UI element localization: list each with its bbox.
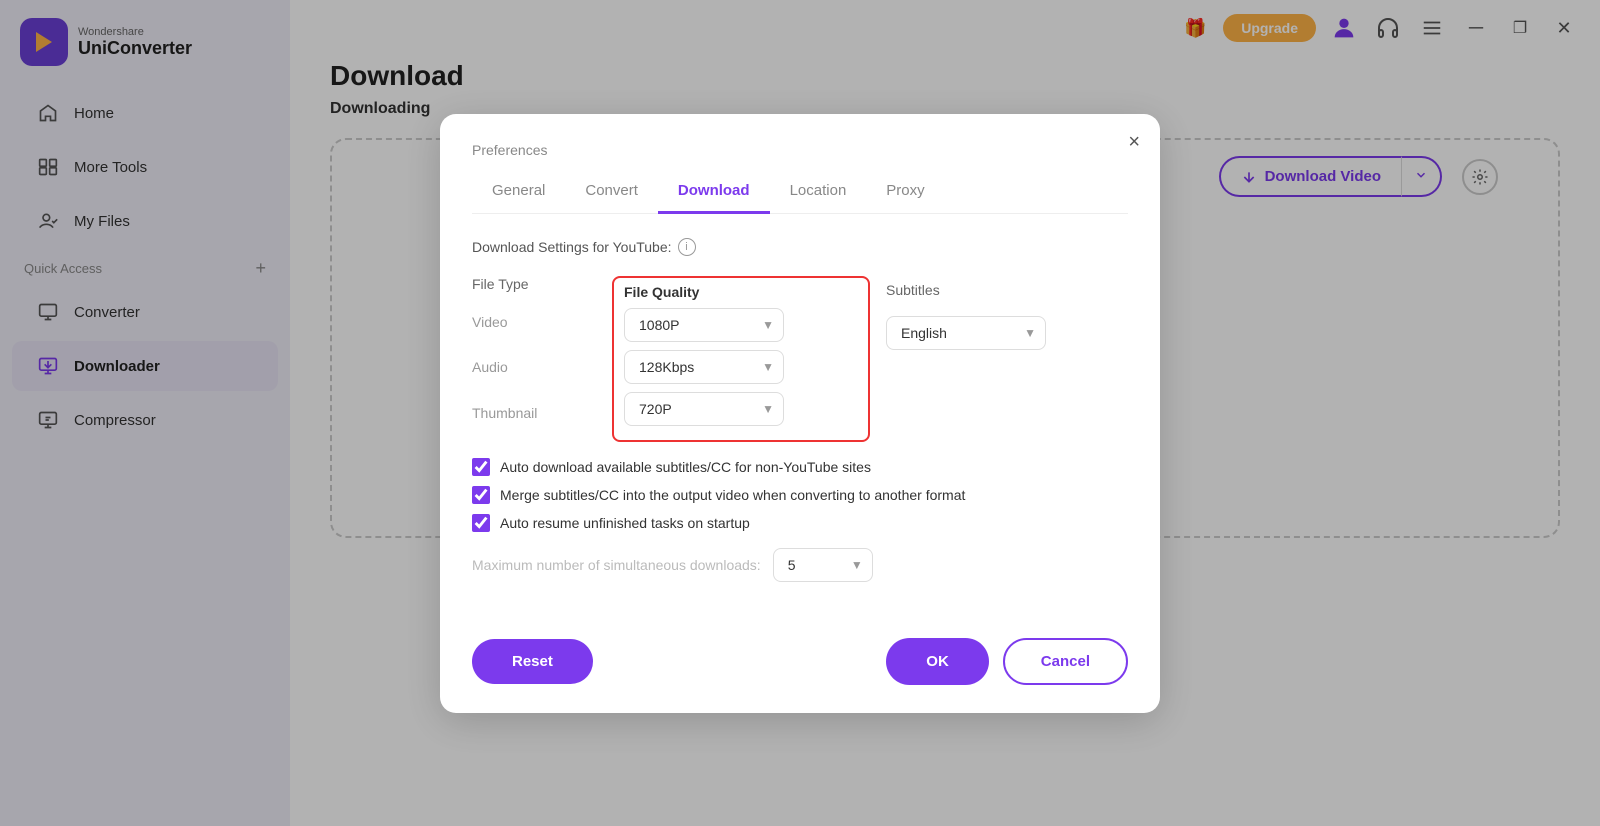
thumbnail-quality-row: 1080P 720P 480P ▼ — [624, 392, 858, 426]
video-quality-select-wrapper: 4K 1080P 720P 480P 360P ▼ — [624, 308, 784, 342]
audio-quality-select[interactable]: 320Kbps 256Kbps 128Kbps 64Kbps — [624, 350, 784, 384]
checkbox-merge-subtitles-input[interactable] — [472, 486, 490, 504]
video-quality-row: 4K 1080P 720P 480P 360P ▼ — [624, 308, 858, 342]
col-file-type: File TypeVideoAudioThumbnail — [472, 276, 612, 446]
modal-overlay[interactable]: Preferences × General Convert Download L… — [0, 0, 1600, 826]
tab-download[interactable]: Download — [658, 174, 770, 214]
footer-right-buttons: OK Cancel — [886, 638, 1128, 685]
reset-button[interactable]: Reset — [472, 639, 593, 684]
col-subtitles: Subtitles — [886, 276, 1128, 308]
col-file-quality: File Quality — [624, 284, 858, 300]
checkbox-merge-subtitles-label: Merge subtitles/CC into the output video… — [500, 487, 965, 503]
max-downloads-select[interactable]: 1 2 3 4 5 6 7 8 — [773, 548, 873, 582]
modal-title: Preferences — [472, 142, 1128, 158]
tab-proxy[interactable]: Proxy — [866, 174, 944, 214]
section-subtitle-text: Download Settings for YouTube: — [472, 239, 672, 255]
thumbnail-quality-select[interactable]: 1080P 720P 480P — [624, 392, 784, 426]
max-downloads-select-wrapper: 1 2 3 4 5 6 7 8 ▼ — [773, 548, 873, 582]
row-label-thumbnail: Thumbnail — [472, 390, 612, 436]
checkbox-auto-resume: Auto resume unfinished tasks on startup — [472, 514, 1128, 532]
checkbox-auto-subtitles-input[interactable] — [472, 458, 490, 476]
settings-table: File TypeVideoAudioThumbnail File Qualit… — [472, 276, 1128, 446]
checkbox-auto-subtitles: Auto download available subtitles/CC for… — [472, 458, 1128, 476]
checkbox-auto-subtitles-label: Auto download available subtitles/CC for… — [500, 459, 871, 475]
row-label-video: Video — [472, 292, 612, 344]
modal-footer: Reset OK Cancel — [472, 618, 1128, 685]
modal-tabs: General Convert Download Location Proxy — [472, 174, 1128, 214]
col-subtitles-wrapper: Subtitles English None Auto ▼ — [870, 276, 1128, 446]
cancel-button[interactable]: Cancel — [1003, 638, 1128, 685]
max-downloads-label: Maximum number of simultaneous downloads… — [472, 557, 761, 573]
ok-button[interactable]: OK — [886, 638, 989, 685]
subtitle-select-area: English None Auto ▼ — [886, 316, 1128, 350]
section-subtitle: Download Settings for YouTube: i — [472, 238, 1128, 256]
audio-quality-select-wrapper: 320Kbps 256Kbps 128Kbps 64Kbps ▼ — [624, 350, 784, 384]
tab-convert[interactable]: Convert — [565, 174, 658, 214]
modal-close-button[interactable]: × — [1128, 132, 1140, 152]
video-quality-select[interactable]: 4K 1080P 720P 480P 360P — [624, 308, 784, 342]
row-label-audio: Audio — [472, 344, 612, 390]
column-headers: File TypeVideoAudioThumbnail File Qualit… — [472, 276, 1128, 446]
checkbox-auto-resume-label: Auto resume unfinished tasks on startup — [500, 515, 750, 531]
preferences-modal: Preferences × General Convert Download L… — [440, 114, 1160, 713]
subtitle-select-wrapper: English None Auto ▼ — [886, 316, 1046, 350]
tab-location[interactable]: Location — [770, 174, 867, 214]
audio-quality-row: 320Kbps 256Kbps 128Kbps 64Kbps ▼ — [624, 350, 858, 384]
thumbnail-quality-select-wrapper: 1080P 720P 480P ▼ — [624, 392, 784, 426]
col-file-quality-wrapper: File Quality 4K 1080P 720P 480P 360P — [612, 276, 870, 446]
checkbox-auto-resume-input[interactable] — [472, 514, 490, 532]
tab-general[interactable]: General — [472, 174, 565, 214]
subtitle-select[interactable]: English None Auto — [886, 316, 1046, 350]
checkboxes-area: Auto download available subtitles/CC for… — [472, 458, 1128, 532]
file-quality-box: File Quality 4K 1080P 720P 480P 360P — [612, 276, 870, 442]
info-icon[interactable]: i — [678, 238, 696, 256]
checkbox-merge-subtitles: Merge subtitles/CC into the output video… — [472, 486, 1128, 504]
max-downloads-row: Maximum number of simultaneous downloads… — [472, 548, 1128, 582]
